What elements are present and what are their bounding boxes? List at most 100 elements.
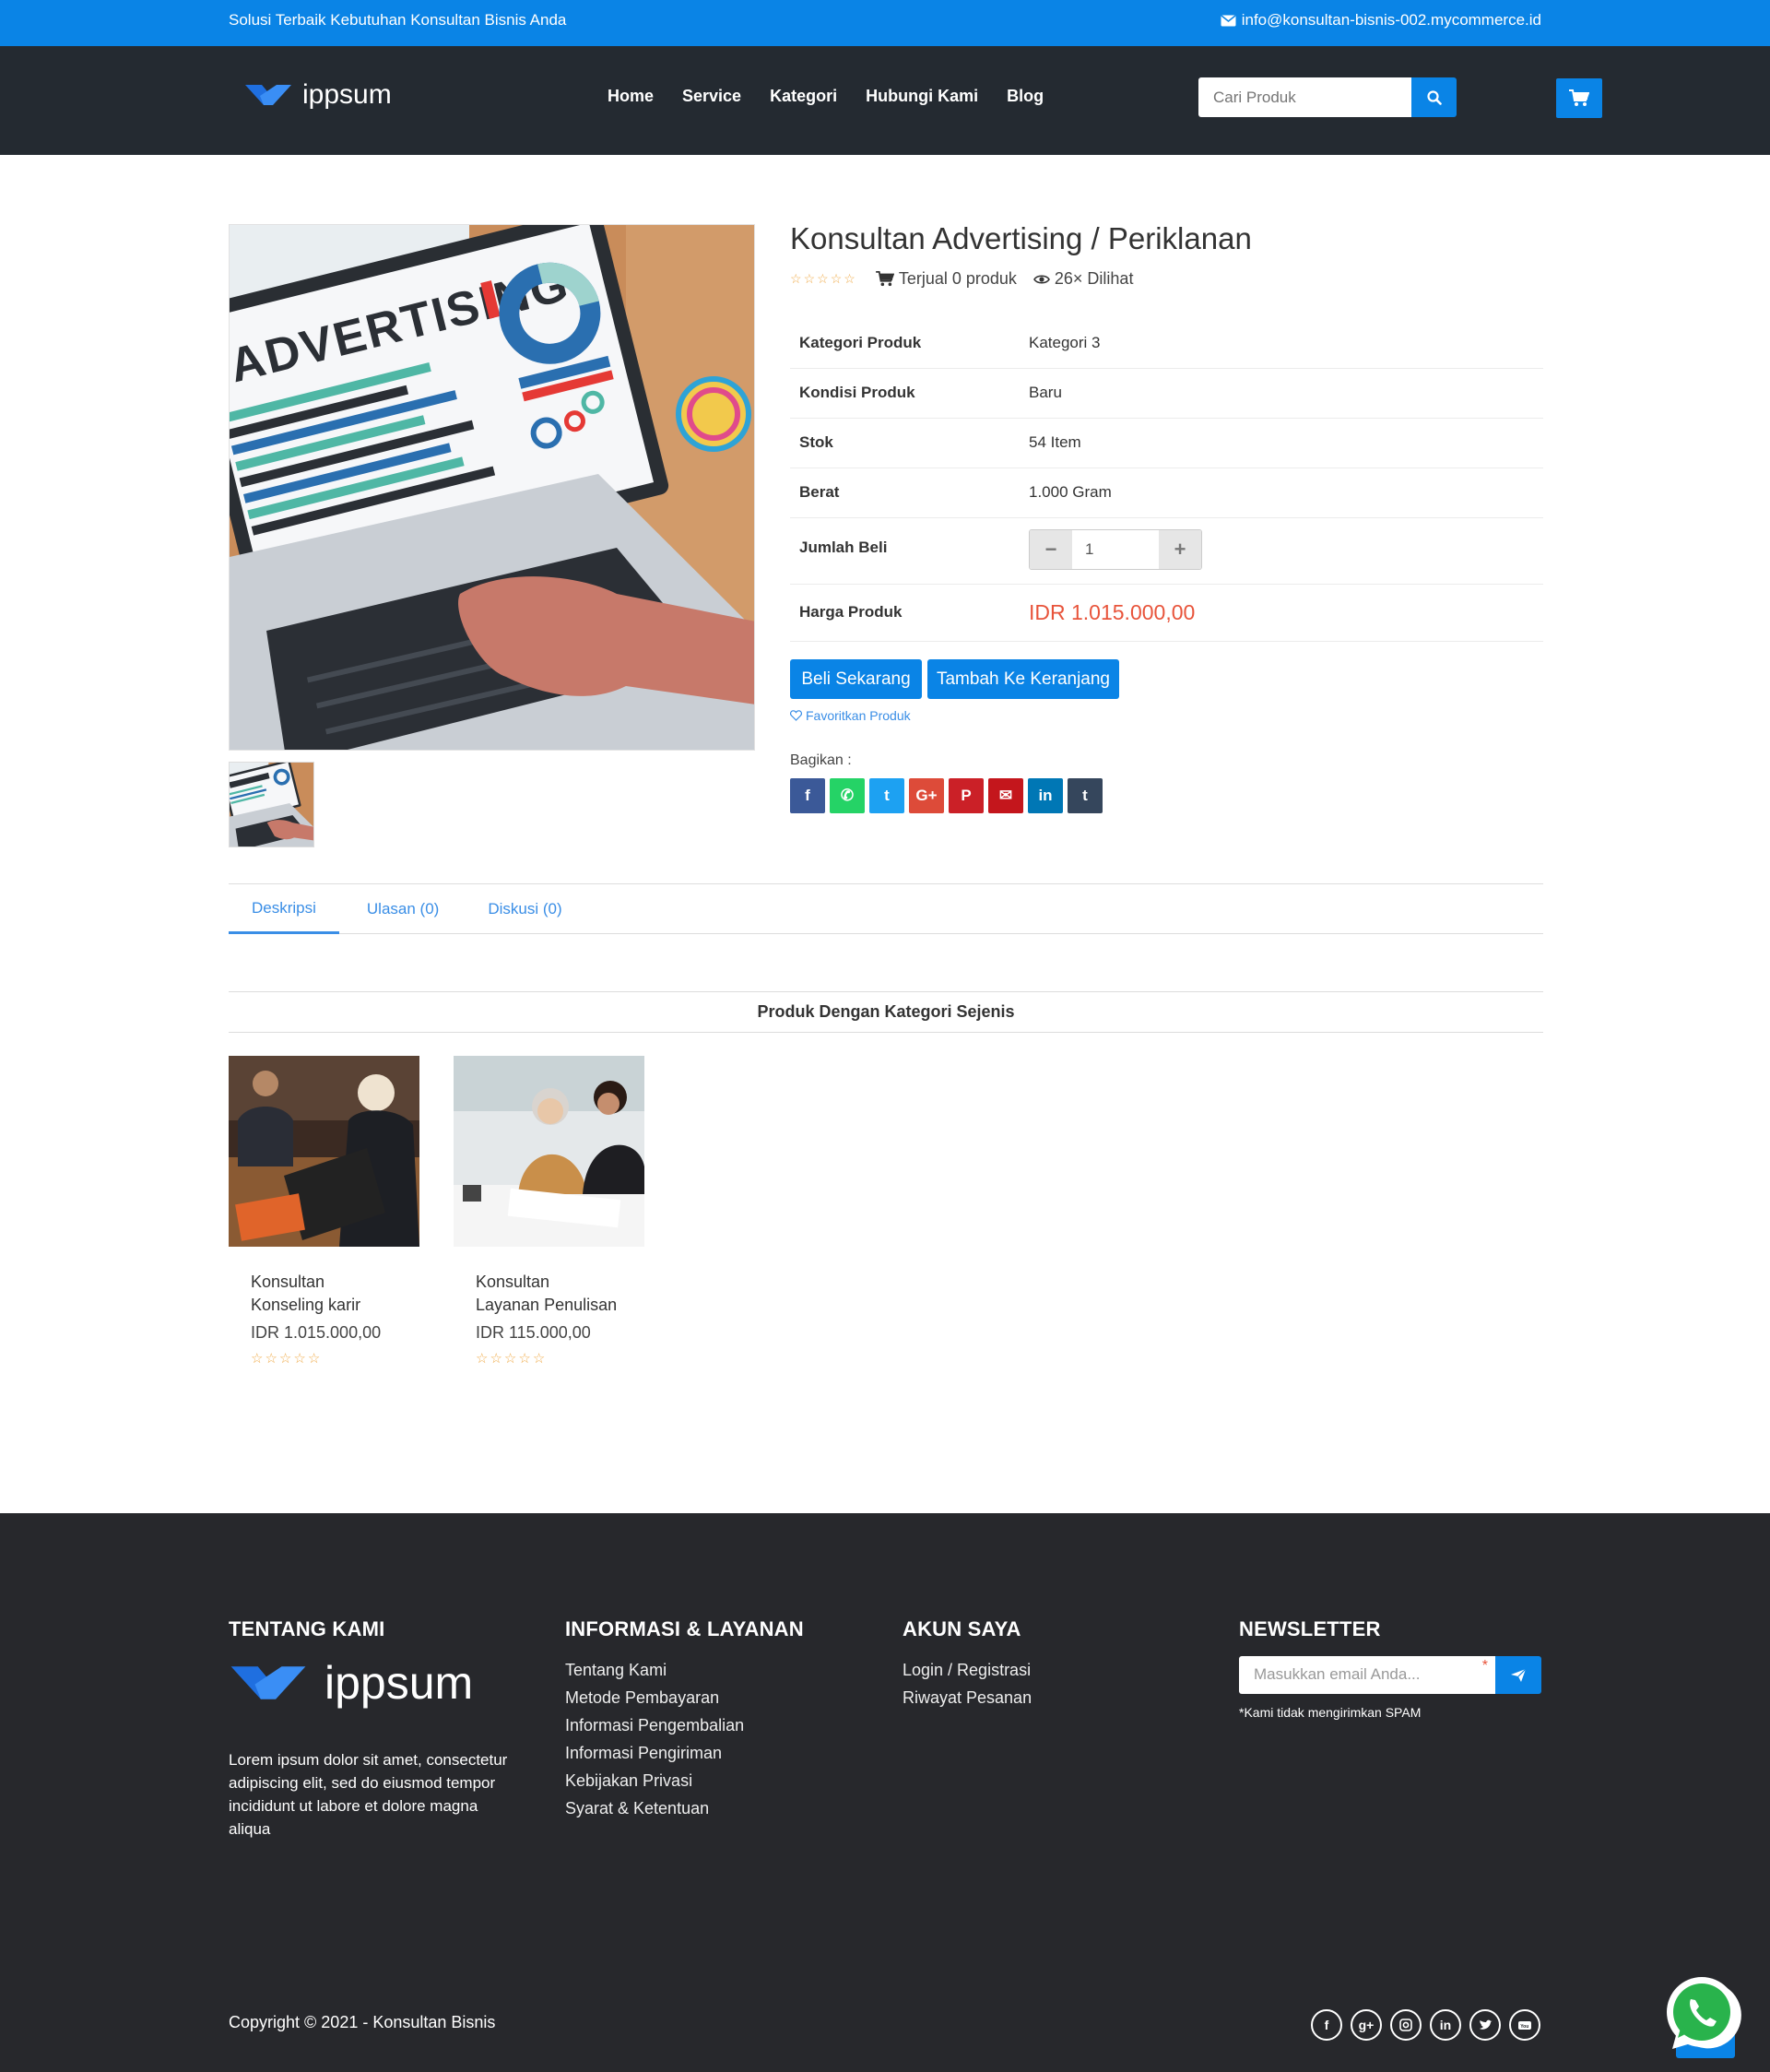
product-image-illustration: ADVERTISING [230,225,754,750]
share-tumblr-button[interactable]: t [1068,778,1103,813]
nav-blog[interactable]: Blog [1007,87,1044,106]
youtube-icon[interactable]: You [1509,2009,1540,2041]
footer-link-login[interactable]: Login / Registrasi [903,1656,1032,1684]
nav-service[interactable]: Service [682,87,741,106]
related-product-name-line1[interactable]: Konsultan [251,1271,407,1294]
product-main-image[interactable]: ADVERTISING [229,224,755,751]
spec-value: 1.000 Gram [1020,468,1543,518]
top-bar-email[interactable]: info@konsultan-bisnis-002.mycommerce.id [1221,11,1541,30]
share-twitter-button[interactable]: t [869,778,904,813]
quantity-increment-button[interactable]: + [1159,529,1201,569]
footer-logo-text: ippsum [324,1657,474,1709]
newsletter-placeholder: Masukkan email Anda... [1254,1665,1421,1683]
footer-link-informasi-pengembalian[interactable]: Informasi Pengembalian [565,1711,804,1739]
product-meta: ☆ ☆ ☆ ☆ ☆ Terjual 0 produk 26× Dilihat [790,269,1133,289]
search-input[interactable] [1198,77,1411,117]
footer-link-kebijakan-privasi[interactable]: Kebijakan Privasi [565,1767,804,1794]
related-product-card[interactable]: Konsultan Layanan Penulisan IDR 115.000,… [454,1056,644,1368]
newsletter-submit-button[interactable] [1495,1656,1541,1694]
google-plus-icon[interactable]: g+ [1351,2009,1382,2041]
favorite-text[interactable]: Favoritkan Produk [806,708,911,723]
spec-value: 54 Item [1020,418,1543,468]
star-icon: ☆ [803,271,816,286]
main-nav: Home Service Kategori Hubungi Kami Blog [608,87,1044,106]
copyright-text: Copyright © 2021 - Konsultan Bisnis [229,2013,496,2031]
rating-stars: ☆ ☆ ☆ ☆ ☆ [251,1350,320,1367]
share-email-button[interactable]: ✉ [988,778,1023,813]
quantity-label: Jumlah Beli [790,517,1020,585]
share-pinterest-button[interactable]: P [949,778,984,813]
quantity-input[interactable]: 1 [1072,529,1159,569]
heart-icon [790,710,802,721]
tab-diskusi[interactable]: Diskusi (0) [465,884,584,934]
top-bar: Solusi Terbaik Kebutuhan Konsultan Bisni… [0,0,1770,46]
site-logo[interactable]: ippsum [245,79,392,111]
pinterest-icon: P [961,787,972,804]
star-icon: ☆ [265,1351,277,1367]
top-bar-tagline: Solusi Terbaik Kebutuhan Konsultan Bisni… [229,11,567,29]
spec-row: Berat 1.000 Gram [790,468,1543,518]
share-whatsapp-button[interactable]: ✆ [830,778,865,813]
related-product-name-line2[interactable]: Layanan Penulisan [476,1294,632,1317]
footer-newsletter-title: NEWSLETTER [1239,1617,1381,1640]
share-facebook-button[interactable]: f [790,778,825,813]
footer-account: AKUN SAYA Login / Registrasi Riwayat Pes… [903,1617,1032,1711]
email-link[interactable]: info@konsultan-bisnis-002.mycommerce.id [1242,11,1541,30]
footer-about-text: Lorem ipsum dolor sit amet, consectetur … [229,1751,508,1838]
svg-text:You: You [1520,2024,1528,2030]
star-icon: ☆ [790,271,802,286]
sold-count: Terjual 0 produk [875,269,1017,289]
spec-row: Kategori Produk Kategori 3 [790,318,1543,369]
product-title: Konsultan Advertising / Periklanan [790,221,1252,255]
price-value: IDR 1.015.000,00 [1020,584,1543,642]
newsletter-email-input[interactable]: Masukkan email Anda... * [1239,1656,1495,1694]
share-linkedin-button[interactable]: in [1028,778,1063,813]
whatsapp-float-button[interactable] [1663,1971,1770,2072]
nav-hubungi-kami[interactable]: Hubungi Kami [866,87,978,106]
quantity-row: Jumlah Beli − 1 + [790,517,1543,585]
related-product-card[interactable]: Konsultan Konseling karir IDR 1.015.000,… [229,1056,419,1368]
search-button[interactable] [1411,77,1457,117]
tab-deskripsi[interactable]: Deskripsi [229,884,339,934]
footer-info-title: INFORMASI & LAYANAN [565,1617,804,1640]
price-label: Harga Produk [790,584,1020,642]
view-count: 26× Dilihat [1032,269,1133,289]
cart-icon [1569,89,1589,106]
share-buttons: f ✆ t G+ P ✉ in t [790,778,1103,813]
footer-link-syarat-ketentuan[interactable]: Syarat & Ketentuan [565,1794,804,1822]
footer-link-metode-pembayaran[interactable]: Metode Pembayaran [565,1684,804,1711]
instagram-icon[interactable] [1390,2009,1422,2041]
footer-social-links: f g+ in You [1311,2009,1540,2041]
related-product-image[interactable] [229,1056,419,1247]
linkedin-icon: in [1038,787,1053,804]
star-icon: ☆ [278,1351,292,1367]
related-product-name-line2[interactable]: Konseling karir [251,1294,407,1317]
quantity-decrement-button[interactable]: − [1030,529,1072,569]
footer-link-tentang-kami[interactable]: Tentang Kami [565,1656,804,1684]
favorite-link[interactable]: Favoritkan Produk [790,708,911,723]
logo-icon [245,85,291,105]
facebook-icon[interactable]: f [1311,2009,1342,2041]
twitter-icon[interactable] [1469,2009,1501,2041]
nav-home[interactable]: Home [608,87,654,106]
twitter-icon: t [884,787,890,804]
related-product-price: IDR 115.000,00 [476,1323,591,1342]
tab-ulasan[interactable]: Ulasan (0) [339,884,465,934]
add-to-cart-button[interactable]: Tambah Ke Keranjang [927,659,1119,699]
spec-row: Stok 54 Item [790,418,1543,468]
footer-link-informasi-pengiriman[interactable]: Informasi Pengiriman [565,1739,804,1767]
minus-icon: − [1044,537,1057,561]
footer-link-riwayat-pesanan[interactable]: Riwayat Pesanan [903,1684,1032,1711]
footer-logo[interactable]: ippsum [229,1656,524,1710]
cart-button[interactable] [1556,78,1602,118]
linkedin-icon[interactable]: in [1430,2009,1461,2041]
related-product-image[interactable] [454,1056,644,1247]
product-thumbnail[interactable] [229,762,314,847]
nav-kategori[interactable]: Kategori [770,87,837,106]
related-product-name-line1[interactable]: Konsultan [476,1271,632,1294]
spec-value: Kategori 3 [1020,318,1543,369]
spec-label: Stok [790,418,1020,468]
share-google-plus-button[interactable]: G+ [909,778,944,813]
plus-icon: + [1174,537,1186,561]
buy-now-button[interactable]: Beli Sekarang [790,659,922,699]
